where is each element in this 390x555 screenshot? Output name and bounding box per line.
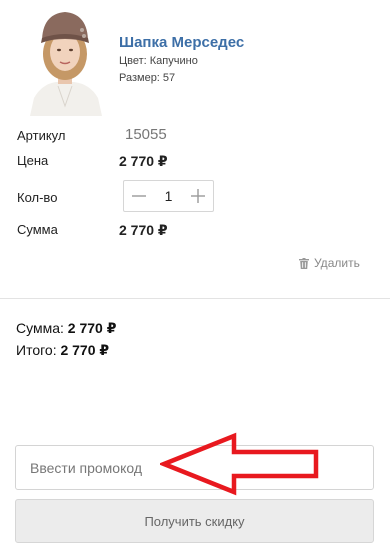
grand-total: Итого: 2 770 ₽ [16, 342, 109, 359]
delete-button[interactable]: Удалить [299, 256, 360, 270]
plus-button[interactable] [183, 181, 213, 211]
total-sum: Сумма: 2 770 ₽ [16, 320, 116, 337]
product-image[interactable] [24, 6, 106, 116]
product-size: Размер: 57 [119, 72, 176, 84]
divider [0, 298, 390, 299]
grand-total-label: Итого: [16, 342, 57, 358]
article-label: Артикул [17, 128, 66, 143]
price-value: 2 770 ₽ [119, 153, 168, 169]
total-sum-value: 2 770 ₽ [67, 320, 117, 336]
quantity-stepper [123, 180, 214, 212]
product-title[interactable]: Шапка Мерседес [119, 34, 244, 51]
promo-code-input[interactable] [15, 445, 374, 490]
sum-label: Сумма [17, 222, 58, 237]
total-sum-label: Сумма: [16, 320, 64, 336]
quantity-label: Кол-во [17, 190, 58, 205]
minus-button[interactable] [124, 181, 154, 211]
delete-label: Удалить [314, 256, 360, 270]
grand-total-value: 2 770 ₽ [60, 342, 110, 358]
trash-icon [299, 257, 309, 269]
plus-icon [191, 189, 205, 203]
product-color: Цвет: Капучино [119, 55, 198, 67]
sum-value: 2 770 ₽ [119, 222, 168, 238]
get-discount-button[interactable]: Получить скидку [15, 499, 374, 543]
minus-icon [132, 195, 146, 197]
quantity-input[interactable] [154, 188, 183, 204]
article-value: 15055 [125, 126, 167, 143]
price-label: Цена [17, 153, 49, 168]
